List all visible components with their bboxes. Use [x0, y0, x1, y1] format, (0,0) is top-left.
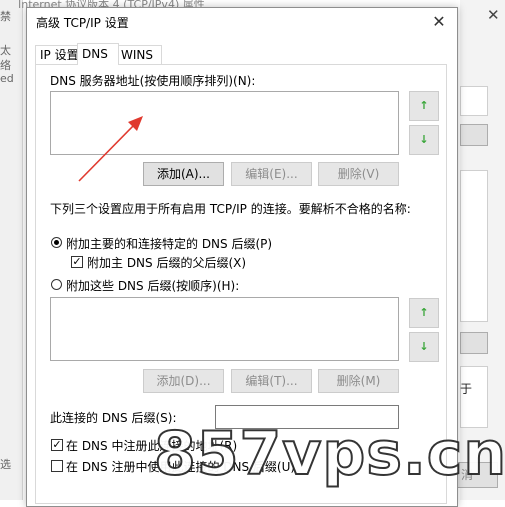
- dns-suffix-list[interactable]: [50, 297, 399, 361]
- move-down-button[interactable]: ↓: [409, 125, 439, 155]
- tab-wins[interactable]: WINS: [116, 45, 162, 64]
- title-bar: 高级 TCP/IP 设置 ✕: [27, 8, 457, 36]
- dns-add-button[interactable]: 添加(A)...: [143, 162, 224, 186]
- arrow-up-icon: ↑: [419, 99, 429, 112]
- background-text: 络: [0, 59, 11, 72]
- checkbox-use-suffix[interactable]: [51, 460, 63, 472]
- suffix-remove-button[interactable]: 删除(M): [318, 369, 399, 393]
- arrow-down-icon: ↓: [419, 340, 429, 353]
- radio-append-suffixes[interactable]: [51, 279, 62, 290]
- background-text: 禁: [0, 10, 11, 23]
- radio-append-primary-label[interactable]: 附加主要的和连接特定的 DNS 后缀(P): [66, 235, 272, 252]
- suffix-move-down-button[interactable]: ↓: [409, 332, 439, 362]
- background-button: [460, 124, 488, 146]
- radio-append-primary[interactable]: [51, 237, 62, 248]
- arrow-down-icon: ↓: [419, 133, 429, 146]
- move-up-button[interactable]: ↑: [409, 91, 439, 121]
- background-list: [460, 170, 488, 322]
- background-button: [460, 332, 488, 354]
- radio-append-suffixes-label[interactable]: 附加这些 DNS 后缀(按顺序)(H):: [66, 277, 239, 294]
- tab-dns[interactable]: DNS: [77, 43, 119, 65]
- dns-edit-button[interactable]: 编辑(E)...: [231, 162, 312, 186]
- dns-servers-list[interactable]: [50, 91, 399, 155]
- background-text: 选: [0, 458, 11, 471]
- resolution-info-text: 下列三个设置应用于所有启用 TCP/IP 的连接。要解析不合格的名称:: [50, 202, 411, 216]
- dns-servers-label: DNS 服务器地址(按使用顺序排列)(N):: [50, 74, 256, 88]
- dns-remove-button[interactable]: 删除(V): [318, 162, 399, 186]
- background-close-icon: ✕: [487, 6, 500, 24]
- checkbox-register-address[interactable]: ✓: [51, 439, 63, 451]
- checkbox-append-parent[interactable]: ✓: [71, 256, 83, 268]
- checkbox-append-parent-label[interactable]: 附加主 DNS 后缀的父后缀(X): [87, 254, 246, 271]
- suffix-add-button[interactable]: 添加(D)...: [143, 369, 224, 393]
- watermark-text: 857vps.cn: [153, 418, 505, 490]
- background-text: 太: [0, 44, 11, 57]
- background-field: [460, 86, 488, 116]
- arrow-up-icon: ↑: [419, 306, 429, 319]
- dialog-title: 高级 TCP/IP 设置: [36, 16, 129, 30]
- background-text: ed: [0, 72, 14, 85]
- background-text: 于: [460, 382, 473, 396]
- suffix-move-up-button[interactable]: ↑: [409, 298, 439, 328]
- close-icon[interactable]: ✕: [427, 11, 451, 33]
- suffix-edit-button[interactable]: 编辑(T)...: [231, 369, 312, 393]
